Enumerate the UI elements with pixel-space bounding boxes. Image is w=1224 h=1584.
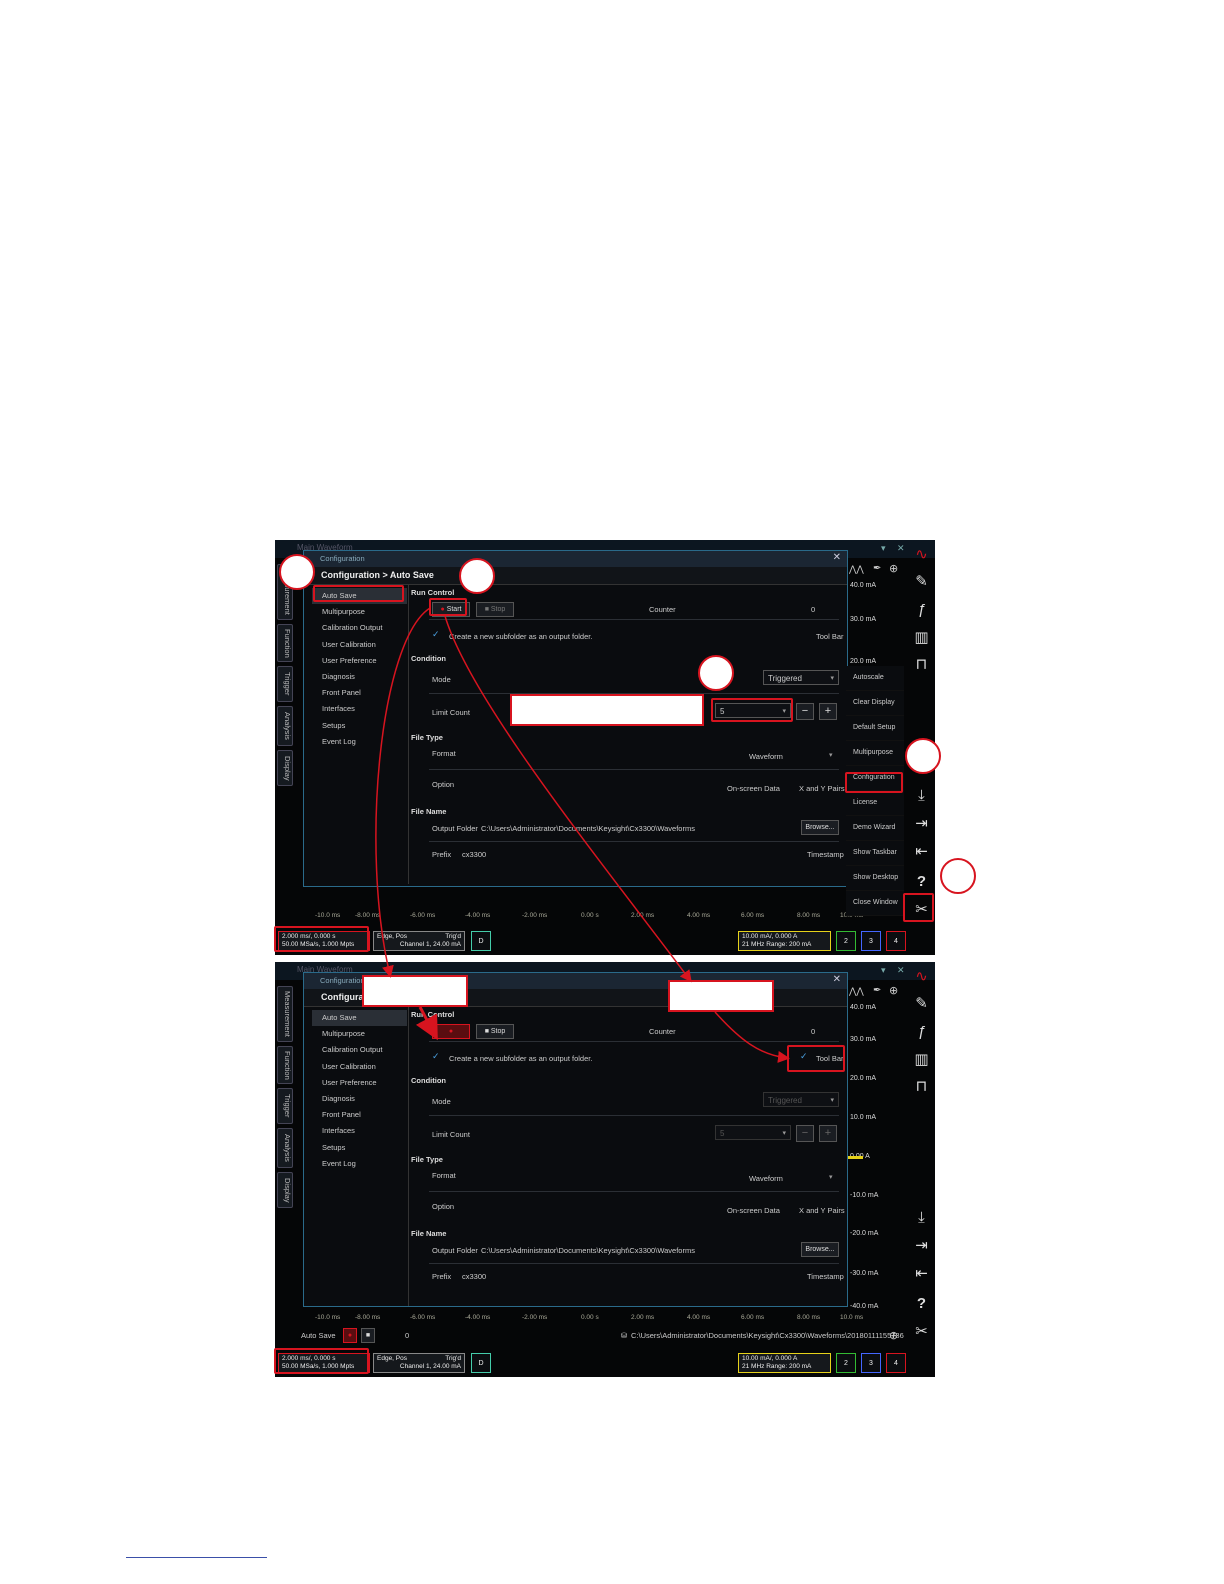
arrow-start-to-callout bbox=[375, 607, 431, 978]
footer-link-underline bbox=[126, 1557, 267, 1558]
arrow-start-to-callout bbox=[444, 615, 692, 983]
arrow-to-toolbar bbox=[714, 1011, 790, 1063]
arrow-to-start-running bbox=[415, 1006, 438, 1041]
annotation-arrows bbox=[375, 607, 790, 1063]
